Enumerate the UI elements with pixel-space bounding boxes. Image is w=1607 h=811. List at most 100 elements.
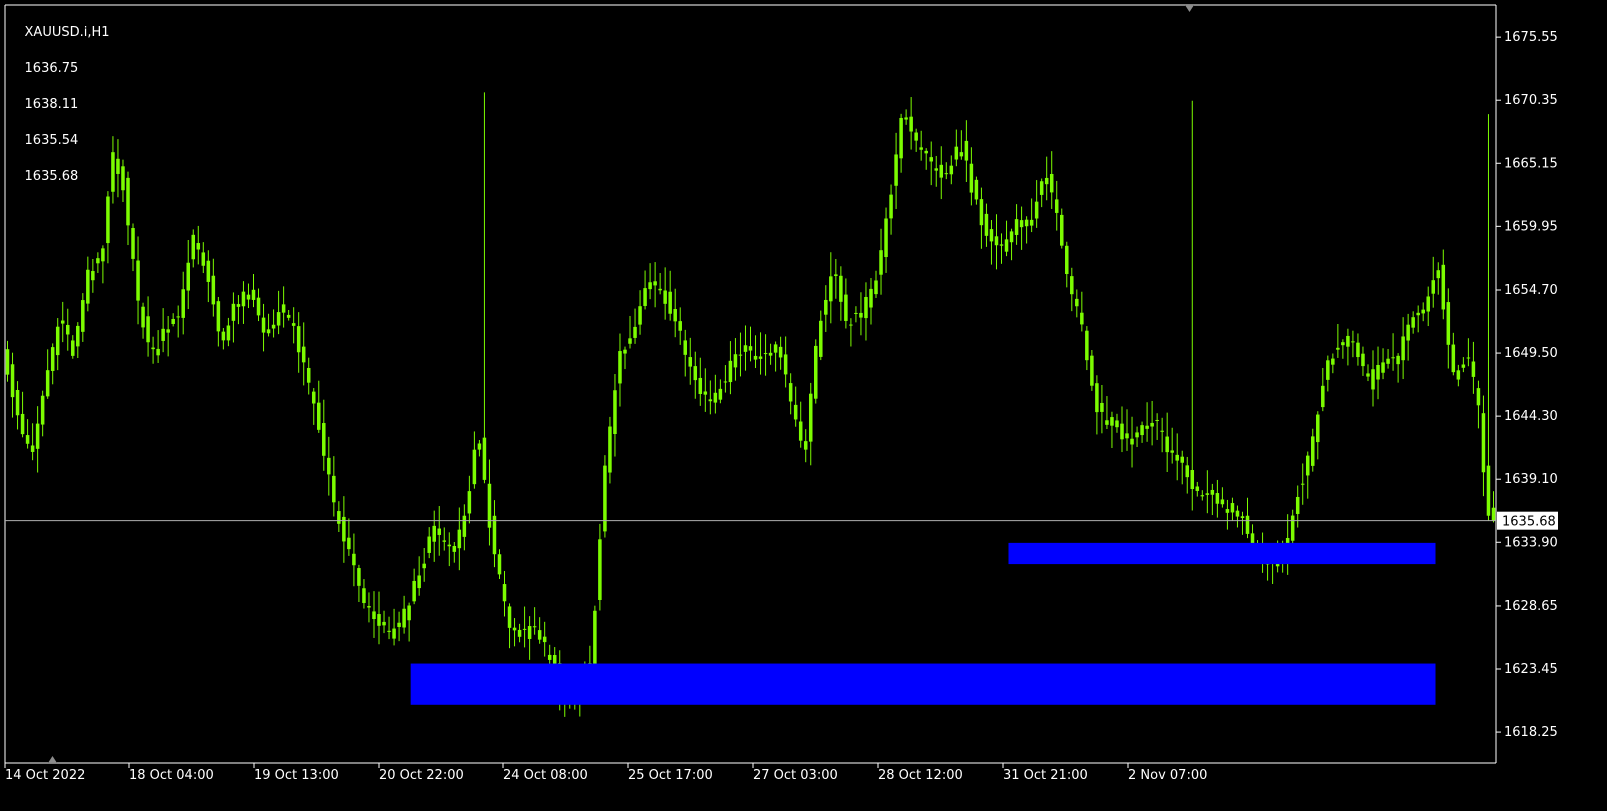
candle-body bbox=[924, 150, 928, 154]
candle-body bbox=[1431, 280, 1436, 294]
price-axis-label: 1628.65 bbox=[1504, 599, 1558, 614]
ohlc-close: 1635.68 bbox=[24, 169, 79, 184]
candle-body bbox=[522, 628, 527, 630]
candle-body bbox=[161, 328, 165, 341]
candle-body bbox=[989, 229, 994, 242]
candle-body bbox=[377, 614, 381, 626]
candle-body bbox=[101, 248, 105, 262]
candle-body bbox=[437, 528, 442, 535]
candle-body bbox=[71, 340, 75, 356]
candle-body bbox=[1130, 438, 1134, 445]
candle-body bbox=[904, 117, 908, 120]
candle-body bbox=[271, 324, 276, 329]
candle-body bbox=[884, 218, 888, 258]
candle-body bbox=[467, 491, 472, 514]
candle-body bbox=[201, 252, 206, 266]
candle-body bbox=[387, 630, 391, 632]
price-chart[interactable]: 1675.55 1670.35 1665.15 1659.95 1654.70 1649.… bbox=[0, 0, 1607, 811]
candle-body bbox=[1155, 419, 1159, 421]
ohlc-open: 1636.75 bbox=[24, 61, 79, 76]
candle-body bbox=[949, 165, 954, 175]
candle-body bbox=[1491, 507, 1496, 521]
candle-body bbox=[783, 354, 788, 375]
candle-body bbox=[5, 349, 10, 375]
candle-body bbox=[1411, 317, 1415, 328]
candle-body bbox=[1180, 456, 1184, 463]
candle-body bbox=[1220, 499, 1225, 505]
candle-body bbox=[311, 391, 316, 404]
candle-body bbox=[758, 356, 763, 359]
candle-body bbox=[1316, 414, 1320, 443]
candle-body bbox=[1461, 364, 1466, 368]
candle-body bbox=[512, 627, 517, 631]
candle-body bbox=[527, 626, 532, 640]
candle-body bbox=[708, 399, 713, 402]
candle-body bbox=[1024, 219, 1029, 227]
candle-body bbox=[1070, 276, 1074, 295]
candle-body bbox=[1205, 493, 1210, 495]
candle-body bbox=[507, 606, 512, 628]
candle-body bbox=[979, 199, 984, 226]
candle-body bbox=[537, 630, 542, 640]
candle-body bbox=[171, 318, 175, 324]
candle-body bbox=[1004, 239, 1009, 252]
candle-body bbox=[211, 275, 216, 305]
time-axis-label: 24 Oct 08:00 bbox=[503, 768, 588, 783]
time-axis-label: 25 Oct 17:00 bbox=[628, 768, 713, 783]
candle-body bbox=[1456, 370, 1461, 380]
candle-body bbox=[347, 537, 351, 550]
candle-body bbox=[231, 303, 236, 321]
candle-body bbox=[55, 326, 60, 356]
time-axis-label: 2 Nov 07:00 bbox=[1128, 768, 1207, 783]
candle-body bbox=[849, 324, 853, 326]
candle-body bbox=[1471, 361, 1476, 377]
candle-body bbox=[1326, 360, 1330, 380]
demand-zone-upper[interactable] bbox=[1008, 542, 1436, 565]
candle-body bbox=[206, 260, 211, 282]
candle-body bbox=[407, 605, 411, 621]
candle-body bbox=[698, 377, 703, 394]
candle-body bbox=[60, 320, 65, 324]
candle-body bbox=[256, 297, 261, 316]
candle-body bbox=[1110, 417, 1114, 426]
candle-body bbox=[382, 621, 386, 626]
candle-body bbox=[1120, 423, 1124, 440]
candle-body bbox=[226, 325, 231, 341]
candle-body bbox=[1245, 515, 1250, 534]
candle-body bbox=[352, 553, 356, 566]
candle-body bbox=[608, 426, 612, 473]
candle-body bbox=[417, 575, 421, 589]
candle-body bbox=[1250, 533, 1255, 545]
candle-body bbox=[296, 326, 301, 353]
candle-body bbox=[1019, 220, 1024, 228]
candle-body bbox=[1095, 383, 1099, 413]
candle-body bbox=[216, 301, 221, 332]
candle-body bbox=[914, 132, 918, 141]
candle-body bbox=[874, 280, 878, 295]
candle-body bbox=[1135, 432, 1139, 438]
candle-body bbox=[743, 345, 748, 352]
demand-zone-lower[interactable] bbox=[410, 663, 1436, 705]
candle-body bbox=[261, 317, 266, 333]
candle-body bbox=[1416, 312, 1420, 316]
candle-body bbox=[427, 536, 431, 553]
candle-body bbox=[844, 294, 848, 321]
candle-body bbox=[994, 236, 999, 246]
candle-body bbox=[367, 606, 371, 608]
candle-body bbox=[1080, 312, 1084, 325]
candle-body bbox=[111, 152, 115, 192]
candle-body bbox=[1160, 430, 1164, 432]
candle-body bbox=[768, 352, 773, 356]
price-axis-label: 1644.30 bbox=[1504, 409, 1558, 424]
candle-body bbox=[317, 402, 321, 430]
chart-window[interactable]: 1675.55 1670.35 1665.15 1659.95 1654.70 1649.… bbox=[0, 0, 1607, 811]
candle-body bbox=[1065, 245, 1069, 275]
candle-body bbox=[954, 146, 959, 160]
candle-body bbox=[15, 389, 20, 416]
candle-body bbox=[1376, 364, 1380, 380]
candle-body bbox=[1311, 436, 1315, 466]
candle-body bbox=[327, 457, 331, 475]
candle-body bbox=[1290, 515, 1295, 541]
time-axis-label: 18 Oct 04:00 bbox=[129, 768, 214, 783]
candle-body bbox=[819, 320, 823, 357]
